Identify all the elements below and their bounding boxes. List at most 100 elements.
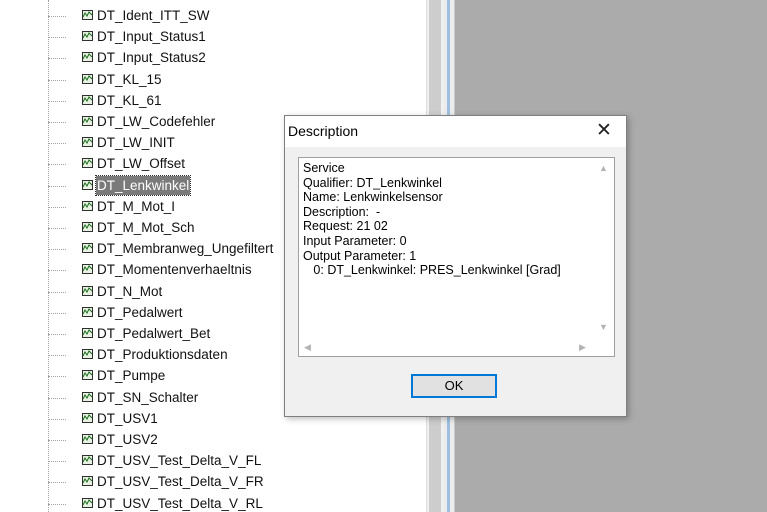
service-tree-icon	[82, 370, 93, 381]
service-tree-icon	[82, 306, 93, 317]
tree-branch-line	[48, 37, 66, 39]
description-line: Request: 21 02	[303, 219, 388, 234]
description-line: Input Parameter: 0	[303, 233, 407, 248]
tree-item-label[interactable]: DT_LW_Offset	[96, 154, 186, 173]
tree-branch-line	[48, 100, 66, 103]
description-text-box[interactable]: Service Qualifier: DT_Lenkwinkel Name: Len…	[298, 157, 615, 357]
service-tree-icon	[82, 137, 93, 148]
description-dialog: Description ✕ Service Qualifier: DT_Lenkw…	[284, 115, 627, 417]
service-tree-icon	[82, 73, 93, 84]
tree-item[interactable]: DT_USV_Test_Delta_V_FR	[48, 472, 408, 493]
service-tree-icon	[82, 179, 93, 190]
tree-item-label[interactable]: DT_USV2	[96, 430, 159, 449]
service-tree-icon	[82, 52, 93, 63]
tree-branch-line	[48, 440, 66, 442]
tree-item[interactable]: DT_Input_Status2	[48, 48, 408, 69]
tree-branch-line	[48, 58, 66, 60]
service-tree-icon	[82, 285, 93, 296]
service-tree-icon	[82, 412, 93, 423]
tree-branch-line	[48, 206, 66, 209]
tree-item-label[interactable]: DT_SN_Schalter	[96, 388, 199, 407]
service-tree-icon	[82, 10, 93, 20]
description-line: Name: Lenkwinkelsensor	[303, 190, 443, 205]
service-tree-icon	[82, 391, 93, 402]
tree-item-label[interactable]: DT_LW_INIT	[96, 133, 176, 152]
service-tree-icon	[82, 264, 93, 275]
tree-item-label[interactable]: DT_Input_Status1	[96, 27, 207, 46]
service-tree-icon	[82, 349, 93, 360]
tree-branch-line	[48, 79, 66, 82]
service-tree-icon	[82, 31, 93, 42]
service-tree-icon	[82, 116, 93, 126]
tree-item-label[interactable]: DT_Input_Status2	[96, 48, 207, 67]
tree-branch-line	[48, 249, 66, 251]
dialog-title: Description	[288, 123, 359, 139]
scroll-right-arrow-icon[interactable]: ▶	[579, 342, 586, 352]
tree-branch-line	[48, 397, 66, 400]
service-tree-icon	[82, 497, 93, 508]
tree-item-label[interactable]: DT_KL_15	[96, 70, 163, 89]
tree-item-label[interactable]: DT_USV_Test_Delta_V_RL	[96, 494, 264, 512]
tree-item-label[interactable]: DT_Lenkwinkel	[94, 174, 192, 196]
tree-item[interactable]: DT_KL_15	[48, 70, 408, 91]
tree-item-label[interactable]: DT_M_Mot_Sch	[96, 218, 196, 237]
service-tree-icon	[82, 94, 93, 105]
tree-branch-line	[48, 334, 66, 336]
close-icon[interactable]: ✕	[593, 121, 615, 143]
service-tree-icon	[82, 434, 93, 444]
tree-branch-line	[48, 291, 66, 294]
tree-branch-line	[48, 376, 66, 378]
tree-branch-line	[48, 164, 66, 166]
tree-branch-line	[48, 418, 66, 421]
tree-branch-line	[48, 312, 66, 315]
tree-item[interactable]: DT_USV_Test_Delta_V_FL	[48, 451, 408, 472]
tree-item-label[interactable]: DT_M_Mot_I	[96, 197, 176, 216]
scroll-left-arrow-icon[interactable]: ◀	[304, 342, 311, 352]
description-line: Service	[303, 161, 345, 175]
tree-item-label[interactable]: DT_USV_Test_Delta_V_FR	[96, 472, 265, 491]
description-text: Service Qualifier: DT_Lenkwinkel Name: Len…	[303, 161, 593, 278]
tree-item[interactable]: DT_Ident_ITT_SW	[48, 6, 408, 27]
tree-branch-line	[48, 122, 66, 124]
scroll-up-arrow-icon[interactable]: ▲	[599, 163, 608, 173]
tree-item-label[interactable]: DT_Pumpe	[96, 366, 166, 385]
service-tree-icon	[82, 455, 93, 466]
tree-item-label[interactable]: DT_USV1	[96, 409, 159, 428]
tree-branch-line	[48, 16, 66, 18]
service-tree-icon	[82, 222, 93, 232]
tree-item-label[interactable]: DT_Pedalwert	[96, 303, 184, 322]
scroll-down-arrow-icon[interactable]: ▼	[599, 322, 608, 332]
tree-item-label[interactable]: DT_Produktionsdaten	[96, 345, 229, 364]
tree-branch-line	[48, 143, 66, 145]
tree-branch-line	[48, 355, 66, 357]
tree-branch-line	[48, 461, 66, 463]
description-line: Qualifier: DT_Lenkwinkel	[303, 175, 442, 190]
tree-branch-line	[48, 503, 66, 506]
tree-item[interactable]: DT_KL_61	[48, 91, 408, 112]
service-tree-icon	[82, 328, 93, 338]
dialog-titlebar[interactable]: Description ✕	[285, 116, 626, 147]
tree-item[interactable]: DT_Input_Status1	[48, 27, 408, 48]
service-tree-icon	[82, 243, 93, 254]
ok-button[interactable]: OK	[411, 374, 497, 398]
service-tree-icon	[82, 200, 93, 211]
tree-item-label[interactable]: DT_KL_61	[96, 91, 163, 110]
tree-item-label[interactable]: DT_LW_Codefehler	[96, 112, 216, 131]
tree-item-label[interactable]: DT_Membranweg_Ungefiltert	[96, 239, 274, 258]
description-line: Description: -	[303, 204, 381, 219]
tree-branch-line	[48, 482, 66, 484]
tree-branch-line	[48, 270, 66, 272]
tree-item[interactable]: DT_USV_Test_Delta_V_RL	[48, 494, 408, 512]
tree-item-label[interactable]: DT_USV_Test_Delta_V_FL	[96, 451, 262, 470]
service-tree-icon	[82, 158, 93, 169]
tree-branch-line	[48, 185, 66, 188]
tree-item[interactable]: DT_USV2	[48, 430, 408, 451]
tree-item-label[interactable]: DT_Momentenverhaeltnis	[96, 260, 253, 279]
description-line: Output Parameter: 1	[303, 248, 417, 263]
tree-item-label[interactable]: DT_Ident_ITT_SW	[96, 6, 211, 25]
tree-item-label[interactable]: DT_N_Mot	[96, 282, 163, 301]
description-line: 0: DT_Lenkwinkel: PRES_Lenkwinkel [Grad]	[303, 263, 561, 278]
service-tree-icon	[82, 476, 93, 487]
tree-branch-line	[48, 228, 66, 230]
tree-item-label[interactable]: DT_Pedalwert_Bet	[96, 324, 211, 343]
